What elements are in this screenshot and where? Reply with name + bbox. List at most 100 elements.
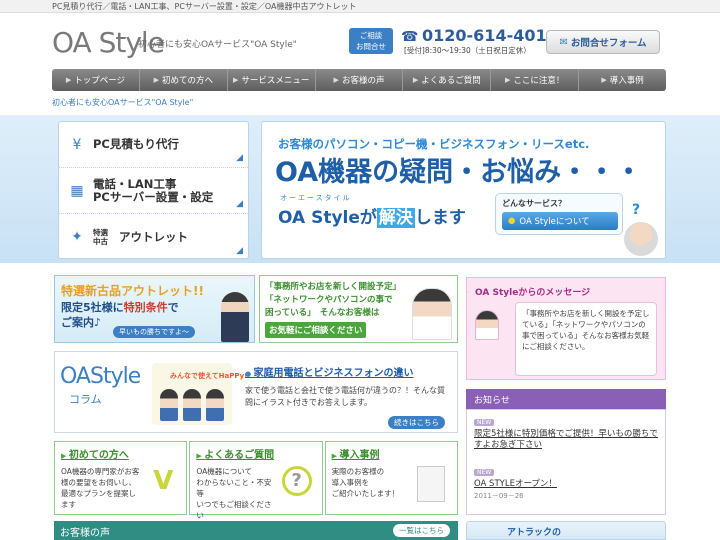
- phone-number[interactable]: 0120-614-401: [422, 26, 547, 45]
- yen-icon: ¥: [72, 136, 82, 153]
- attraction-label: アトラックの: [507, 528, 562, 538]
- hero-solve-post: します: [414, 208, 466, 228]
- nav-item-faq[interactable]: ▶ よくあるご質問: [403, 69, 492, 91]
- service-item-pc-estimate[interactable]: ¥ PC見積もり代行 ◢: [59, 122, 248, 168]
- card-text: OA機器の専門家がお客様の要望をお伺いし、最適なプランを提案します: [61, 467, 140, 509]
- nav-arrow-icon: ▶: [601, 76, 607, 84]
- card-title[interactable]: よくあるご質問: [196, 446, 274, 461]
- phone-hours: [受付]8:30～19:30（土日祝日定休）: [404, 46, 531, 55]
- outlet-line1-em: 特別条件: [123, 301, 168, 314]
- nav-item-voice[interactable]: ▶ お客様の声: [316, 69, 404, 91]
- consult-button[interactable]: お気軽にご相談ください: [265, 322, 367, 338]
- nav-item-cases[interactable]: ▶ 導入事例: [579, 69, 666, 91]
- breadcrumb[interactable]: 初心者にも安心OAサービス"OA Style": [52, 97, 193, 108]
- outlet-title: 特選新古品アウトレット!!: [61, 284, 204, 298]
- nav-item-top[interactable]: ▶ トップページ: [52, 69, 140, 91]
- outlet-button[interactable]: 早いもの勝ちですよ～: [113, 326, 195, 338]
- sparkle-icon: ✦: [71, 229, 83, 245]
- consult-line2: 「ネットワークやパソコンの事で: [265, 295, 393, 305]
- tagline: 初心者にも安心OAサービス"OA Style": [138, 40, 297, 50]
- nav-label: お客様の声: [341, 76, 385, 86]
- card-text: 実際のお客様の 導入事例を ご紹介いたします！: [331, 467, 400, 498]
- service-question-box: どんなサービス？ ● OA Styleについて: [495, 193, 623, 235]
- person-figure: [183, 389, 201, 421]
- column-illustration: みんなで使えてHaPPy!: [152, 363, 247, 425]
- attraction-box[interactable]: アトラックの: [466, 521, 666, 540]
- nav-label: よくあるご質問: [421, 76, 481, 86]
- businessman-illustration: [221, 292, 249, 342]
- contact-form-button[interactable]: ✉ お問合せフォーム: [546, 30, 660, 54]
- phone-icon: ☎: [401, 29, 419, 45]
- person-figure: [206, 389, 224, 421]
- operator-illustration: [412, 288, 452, 340]
- column-sub: コラム: [69, 393, 102, 406]
- service-label: アウトレット: [119, 229, 188, 244]
- news-heading-bar: お知らせ: [466, 389, 666, 409]
- nav-item-caution[interactable]: ▶ ここに注意！: [491, 69, 580, 91]
- news-title[interactable]: OA STYLEオープン！: [474, 479, 660, 490]
- hero-banner: お客様のパソコン・コピー機・ビジネスフォン・リースetc. OA機器の疑問・お悩…: [261, 121, 666, 259]
- new-badge: NEW: [474, 469, 495, 476]
- service-question-label: どんなサービス？: [502, 199, 566, 208]
- hero-title: OA機器の疑問・お悩み・・・: [275, 157, 643, 188]
- outlet-line1-post: で: [167, 301, 179, 314]
- column-logo: OAStyle: [60, 364, 141, 389]
- column-description: 家で使う電話と会社で使う電話何が違うの？！そんな質問にイラスト付きでお答えします…: [245, 386, 445, 407]
- consult-text: 「事務所やお店を新しく開設予定」 「ネットワークやパソコンの事で 困っている」 …: [265, 281, 401, 320]
- arrow-icon: ◢: [236, 246, 243, 256]
- service-item-outlet[interactable]: ✦ 特選 中古 アウトレット ◢: [59, 214, 248, 260]
- nav-label: トップページ: [74, 76, 126, 86]
- column-article-link[interactable]: 家庭用電話とビジネスフォンの違い: [245, 364, 414, 379]
- arrow-icon: ◢: [236, 199, 243, 209]
- card-title[interactable]: 導入事例: [332, 446, 379, 461]
- person-illustration: [624, 222, 658, 256]
- arrow-icon: ◢: [236, 153, 243, 163]
- consult-banner[interactable]: 「事務所やお店を新しく開設予定」 「ネットワークやパソコンの事で 困っている」 …: [259, 275, 458, 343]
- hero-solve-highlight: 解決: [376, 208, 415, 228]
- info-cards: 初めての方へ OA機器の専門家がお客様の要望をお伺いし、最適なプランを提案します…: [54, 441, 458, 520]
- bullet-icon: ●: [508, 216, 516, 226]
- nav-arrow-icon: ▶: [153, 76, 159, 84]
- nav-label: 初めての方へ: [161, 76, 213, 86]
- consult-line1: 「事務所やお店を新しく開設予定」: [265, 282, 402, 292]
- news-item[interactable]: NEW OA STYLEオープン！ 2011－09－26: [474, 466, 660, 501]
- news-date: 2011－09－26: [474, 492, 524, 500]
- contact-badge-text: ご相談 お問合せ: [356, 31, 386, 51]
- check-icon: V: [153, 466, 174, 496]
- nav-arrow-icon: ▶: [412, 76, 419, 84]
- hero-solve: OA Styleが 解決 します: [278, 203, 466, 228]
- customer-voice-bar: お客様の声 一覧はこちら: [54, 521, 458, 540]
- voice-list-button[interactable]: 一覧はこちら: [393, 524, 450, 537]
- card-cases[interactable]: 導入事例 実際のお客様の 導入事例を ご紹介いたします！: [324, 441, 458, 515]
- nav-item-services[interactable]: ▶ サービスメニュー: [228, 69, 316, 91]
- service-label: 電話・LAN工事 PCサーバー設置・設定: [93, 176, 214, 204]
- avatar: [475, 310, 499, 340]
- outlet-banner[interactable]: 特選新古品アウトレット!! 限定5社様に特別条件で ご案内♪ 早いもの勝ちですよ…: [54, 275, 255, 343]
- contact-badge: ご相談 お問合せ: [349, 28, 393, 54]
- message-body: 「事務所やお店を新しく開設を予定している」「ネットワークやパソコンの事で困ってい…: [515, 302, 657, 376]
- nav-label: 導入事例: [609, 76, 644, 86]
- nav-label: サービスメニュー: [241, 76, 310, 86]
- service-item-phone-lan[interactable]: ▦ 電話・LAN工事 PCサーバー設置・設定 ◢: [59, 168, 248, 214]
- nav-label: ここに注意！: [513, 76, 565, 86]
- message-heading: OA Styleからのメッセージ: [475, 288, 591, 298]
- column-happy: みんなで使えてHaPPy!: [170, 372, 248, 380]
- card-text: OA機器について わからないこと・不安等 いつでもご相談ください: [196, 467, 272, 520]
- new-badge: NEW: [474, 419, 495, 426]
- contact-form-label: お問合せフォーム: [570, 38, 647, 49]
- document-icon: [416, 466, 451, 506]
- hero-kana: オーエースタイル: [280, 194, 352, 202]
- voice-title: お客様の声: [60, 528, 110, 539]
- about-oastyle-button[interactable]: ● OA Styleについて: [502, 212, 618, 230]
- news-title[interactable]: 限定5社様に特別価格でご提供！早いもの勝ちですよお急ぎ下さい: [474, 429, 660, 451]
- service-prefix: 特選 中古: [93, 228, 108, 246]
- nav-arrow-icon: ▶: [333, 76, 339, 84]
- card-faq[interactable]: よくあるご質問 OA機器について わからないこと・不安等 いつでもご相談ください…: [189, 441, 323, 520]
- column-more-button[interactable]: 続きはこちら: [388, 416, 445, 429]
- card-beginners[interactable]: 初めての方へ OA機器の専門家がお客様の要望をお伺いし、最適なプランを提案します…: [54, 441, 188, 515]
- nav-item-beginners[interactable]: ▶ 初めての方へ: [140, 69, 228, 91]
- card-title[interactable]: 初めての方へ: [61, 446, 129, 461]
- news-item[interactable]: NEW 限定5社様に特別価格でご提供！早いもの勝ちですよお急ぎ下さい: [474, 416, 660, 451]
- top-strip-text: PC見積り代行／電話・LAN工事、PCサーバー設置・設定／OA機器中古アウトレッ…: [52, 2, 357, 11]
- service-label: PC見積もり代行: [93, 137, 179, 151]
